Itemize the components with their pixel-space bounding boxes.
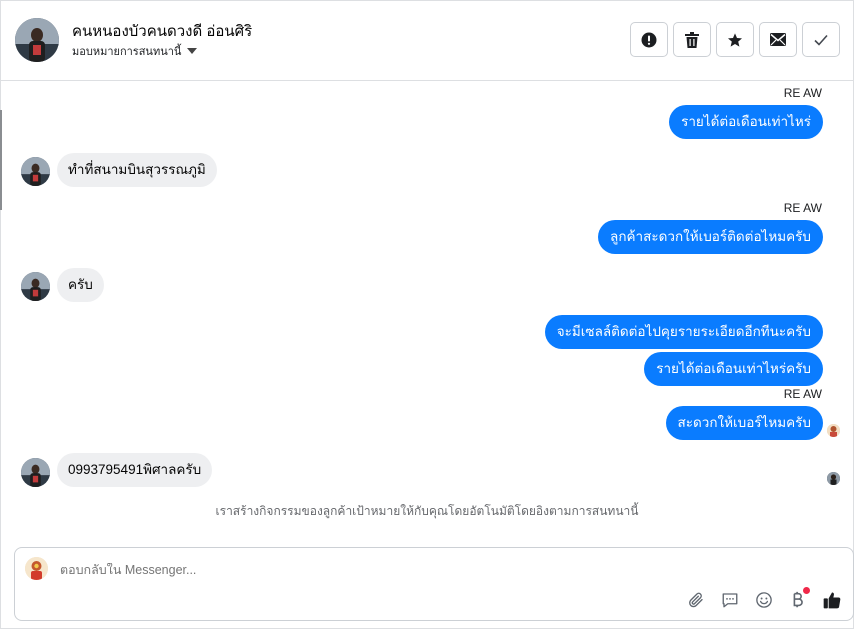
sender-label: RE AW — [783, 387, 822, 401]
trash-icon — [685, 31, 699, 48]
outgoing-message[interactable]: รายได้ต่อเดือนเท่าไหร่ครับ — [644, 352, 823, 386]
incoming-message[interactable]: ทำที่สนามบินสุวรรณภูมิ — [57, 153, 217, 187]
system-note: เราสร้างกิจกรรมของลูกค้าเป้าหมายให้กับคุ… — [215, 504, 639, 518]
paperclip-icon — [689, 592, 703, 608]
emoji-button[interactable] — [753, 589, 775, 611]
reply-composer — [14, 547, 854, 621]
mark-done-button[interactable] — [802, 22, 840, 57]
envelope-icon — [770, 33, 786, 46]
incoming-message[interactable]: ครับ — [57, 268, 104, 302]
star-icon — [728, 32, 742, 47]
star-button[interactable] — [716, 22, 754, 57]
baht-payment-icon — [793, 591, 803, 608]
contact-avatar-small — [21, 157, 50, 186]
assign-label: มอบหมายการสนทนานี้ — [72, 46, 182, 58]
contact-name[interactable]: คนหนองบัวคนดวงดี อ่อนศิริ — [72, 19, 252, 43]
outgoing-message[interactable]: สะดวกให้เบอร์ไหมครับ — [665, 406, 823, 440]
delete-button[interactable] — [673, 22, 711, 57]
payment-button[interactable] — [787, 587, 810, 611]
mark-spam-button[interactable] — [630, 22, 668, 57]
seen-indicator-avatar — [827, 424, 840, 437]
outgoing-message[interactable]: ลูกค้าสะดวกให้เบอร์ติดต่อไหมครับ — [598, 220, 823, 254]
reply-input[interactable] — [60, 563, 660, 577]
contact-avatar[interactable] — [15, 18, 59, 62]
outgoing-message[interactable]: จะมีเซลล์ติดต่อไปคุยรายระเอียดอีกทีนะครั… — [544, 315, 823, 349]
mark-unread-button[interactable] — [759, 22, 797, 57]
incoming-message[interactable]: 0993795491พิศาลครับ — [57, 453, 213, 487]
assign-conversation-dropdown[interactable]: มอบหมายการสนทนานี้ — [72, 42, 198, 60]
seen-indicator-avatar — [827, 472, 840, 485]
alert-circle-icon — [641, 32, 657, 47]
page-avatar — [25, 557, 48, 580]
caret-down-icon — [187, 48, 198, 54]
contact-avatar-small — [21, 458, 50, 487]
check-icon — [814, 34, 828, 46]
send-like-button[interactable] — [821, 589, 843, 611]
saved-reply-icon — [722, 593, 738, 608]
sender-label: RE AW — [783, 201, 822, 215]
notification-dot — [803, 587, 810, 594]
like-icon — [823, 592, 841, 609]
conversation-header: คนหนองบัวคนดวงดี อ่อนศิริ มอบหมายการสนทน… — [0, 0, 854, 81]
composer-tools — [685, 587, 843, 611]
saved-replies-button[interactable] — [719, 589, 741, 611]
left-edge-scrollbar[interactable] — [0, 110, 2, 210]
header-actions — [630, 22, 840, 57]
contact-avatar-small — [21, 272, 50, 301]
sender-label: RE AW — [783, 86, 822, 100]
outgoing-message[interactable]: รายได้ต่อเดือนเท่าไหร่ — [669, 105, 823, 139]
emoji-icon — [756, 592, 772, 608]
attach-file-button[interactable] — [685, 589, 707, 611]
